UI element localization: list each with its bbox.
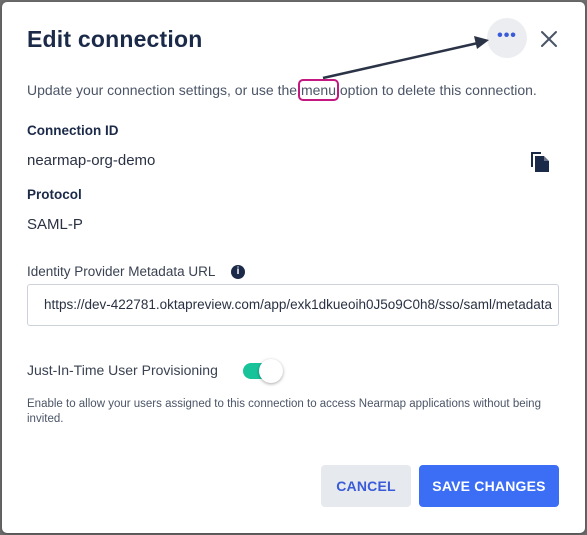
toggle-knob bbox=[259, 359, 283, 383]
close-icon[interactable] bbox=[539, 29, 559, 49]
metadata-url-input[interactable]: https://dev-422781.oktapreview.com/app/e… bbox=[27, 284, 559, 326]
description-text-end: option to delete this connection. bbox=[335, 82, 537, 98]
jit-provisioning-toggle[interactable] bbox=[242, 359, 284, 383]
more-options-button[interactable]: ••• bbox=[487, 18, 527, 58]
description-text-start: Update your connection settings, or use … bbox=[27, 82, 301, 98]
jit-help-text: Enable to allow your users assigned to t… bbox=[27, 398, 541, 425]
more-horizontal-icon: ••• bbox=[497, 27, 517, 44]
save-changes-button[interactable]: SAVE CHANGES bbox=[419, 465, 559, 507]
jit-provisioning-label: Just-In-Time User Provisioning bbox=[27, 362, 218, 378]
connection-id-label: Connection ID bbox=[27, 123, 119, 138]
info-icon[interactable]: i bbox=[231, 265, 245, 279]
dialog-title: Edit connection bbox=[27, 26, 203, 52]
protocol-label: Protocol bbox=[27, 187, 82, 202]
edit-connection-dialog: Edit connection ••• Update your connecti… bbox=[2, 2, 585, 533]
metadata-url-label: Identity Provider Metadata URL bbox=[27, 264, 216, 279]
protocol-value: SAML-P bbox=[27, 216, 83, 233]
cancel-button[interactable]: CANCEL bbox=[321, 465, 411, 507]
dialog-description: Update your connection settings, or use … bbox=[27, 79, 537, 101]
menu-highlight: menu bbox=[297, 79, 339, 101]
copy-icon[interactable] bbox=[529, 149, 551, 173]
connection-id-value: nearmap-org-demo bbox=[27, 152, 156, 169]
